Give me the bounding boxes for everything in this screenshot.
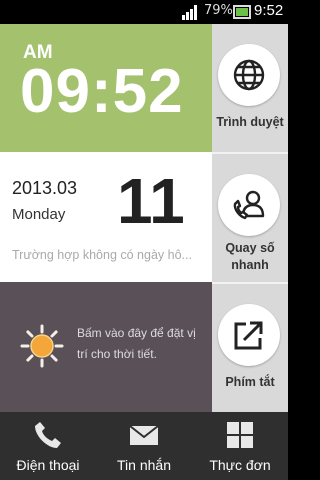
menu-label: Thực đơn [209,457,271,473]
messages-button[interactable]: Tin nhắn [96,412,192,480]
weather-prompt: Bấm vào đây để đặt vị trí cho thời tiết. [77,326,196,361]
shortcut-label: Phím tắt [225,375,275,389]
messages-label: Tin nhắn [117,457,171,473]
phone-label: Điện thoại [16,457,80,473]
calendar-widget[interactable]: 2013.03 Monday 11 Trường hợp không có ng… [0,152,212,282]
bottom-nav: Điện thoại Tin nhắn Thực đơn [0,412,288,480]
envelope-icon [129,425,159,445]
menu-button[interactable]: Thực đơn [192,412,288,480]
calendar-event-text: Trường hợp không có ngày hô... [12,248,192,262]
globe-icon [233,59,265,91]
shortcut-tile[interactable]: Phím tắt [212,284,288,412]
day-number: 11 [117,165,185,237]
shortcut-arrow-icon [234,321,263,350]
speed-dial-shortcut[interactable]: Quay số nhanh [212,154,288,284]
clock-widget[interactable]: AM 09:52 [0,24,212,152]
phone-button[interactable]: Điện thoại [0,412,96,480]
weekday: Monday [12,206,66,223]
grid-menu-icon [227,422,253,448]
battery-percent: 79% [204,3,233,18]
signal-icon [182,4,200,20]
weather-widget[interactable]: Bấm vào đây để đặt vị trí cho thời tiết. [0,282,212,412]
browser-shortcut[interactable]: Trình duyệt [212,24,288,154]
battery-icon [233,5,251,19]
shortcut-column: Trình duyệt Quay số nhanh Phím tắt [212,24,288,412]
phone-icon [35,422,61,448]
sun-icon [20,324,64,368]
speed-dial-button[interactable] [218,174,280,236]
browser-button[interactable] [218,44,280,106]
status-bar: 79% 9:52 [0,0,288,24]
year-month: 2013.03 [12,178,78,198]
speed-dial-label: Quay số nhanh [225,241,275,272]
shortcut-button[interactable] [218,304,280,366]
status-time: 9:52 [254,2,284,19]
browser-label: Trình duyệt [216,115,284,129]
speed-dial-contact-icon [233,190,265,220]
clock-time: 09:52 [20,57,184,126]
